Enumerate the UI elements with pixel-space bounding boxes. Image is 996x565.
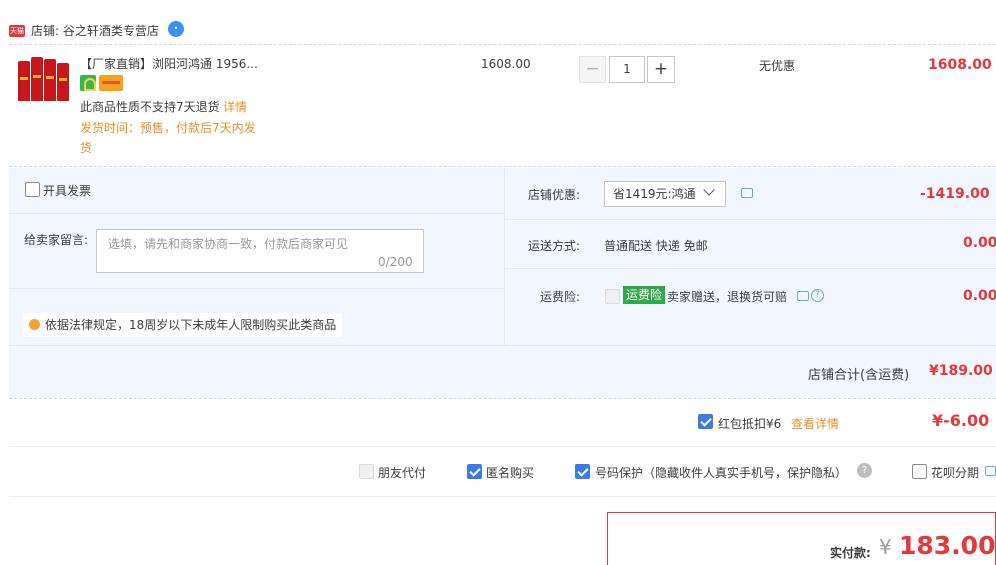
comment-icon[interactable]	[985, 466, 996, 476]
comment-icon[interactable]	[741, 188, 753, 198]
service-badge-icon	[80, 75, 96, 91]
comment-icon[interactable]	[797, 291, 809, 301]
anonymous-label[interactable]: 匿名购买	[486, 464, 534, 481]
no-return-notice: 此商品性质不支持7天退货	[80, 100, 220, 114]
red-packet-checkbox[interactable]	[698, 414, 713, 429]
anonymous-checkbox[interactable]	[467, 464, 482, 479]
invoice-label[interactable]: 开具发票	[43, 182, 91, 199]
quantity-decrease-button[interactable]: −	[579, 56, 606, 83]
insurance-desc: 卖家赠送，退换货可赔	[667, 290, 788, 304]
delivery-label: 运送方式:	[528, 239, 581, 253]
divider	[504, 219, 996, 220]
red-packet-label[interactable]: 红包抵扣¥6	[718, 415, 781, 432]
unit-price: 1608.00	[481, 57, 531, 71]
shop-total-label: 店铺合计(含运费)	[808, 368, 910, 383]
message-char-count: 0/200	[378, 255, 413, 269]
divider	[9, 213, 504, 214]
friend-pay-label: 朋友代付	[378, 466, 427, 480]
divider	[9, 288, 504, 289]
detail-link[interactable]: 详情	[223, 98, 247, 115]
insurance-label: 运费险:	[540, 290, 581, 304]
delivery-fee: 0.00	[963, 235, 996, 251]
help-icon[interactable]: ?	[811, 289, 824, 302]
wangwang-chat-icon[interactable]: •	[168, 21, 184, 37]
shop-total-amount: ¥189.00	[929, 363, 993, 379]
number-protect-label[interactable]: 号码保护（隐藏收件人真实手机号，保护隐私）	[595, 464, 847, 481]
item-discount: 无优惠	[759, 59, 796, 73]
red-packet-amount: ¥-6.00	[932, 411, 990, 430]
huabei-checkbox[interactable]	[912, 464, 927, 479]
invoice-checkbox[interactable]	[25, 182, 40, 197]
insurance-checkbox	[605, 289, 620, 304]
item-subtotal: 1608.00	[928, 57, 992, 73]
divider	[9, 166, 996, 167]
currency-symbol: ¥	[879, 535, 892, 559]
order-confirm-shop-block: 天猫 店铺: 谷之轩酒类专营店 • 【厂家直销】浏阳河鸿通 1956... 此商…	[0, 0, 996, 565]
quantity-increase-button[interactable]: +	[647, 56, 675, 83]
shop-discount-amount: -1419.00	[920, 186, 990, 202]
quantity-input[interactable]: 1	[609, 56, 645, 83]
huabei-label[interactable]: 花呗分期	[931, 464, 979, 481]
number-protect-checkbox[interactable]	[575, 464, 590, 479]
divider	[9, 398, 996, 399]
legal-age-notice: 依据法律规定，18周岁以下未成年人限制购买此类商品	[23, 313, 343, 337]
shop-discount-label: 店铺优惠:	[528, 188, 581, 202]
seller-message-placeholder: 选填，请先和商家协商一致，付款后商家可见	[108, 237, 349, 251]
delivery-method: 普通配送 快递 免邮	[604, 239, 708, 253]
question-icon[interactable]: ?	[857, 463, 872, 478]
card-payment-icon	[99, 75, 123, 91]
divider	[9, 496, 996, 497]
pay-label: 实付款:	[830, 546, 871, 560]
message-label: 给卖家留言:	[24, 233, 89, 247]
lightbulb-icon	[29, 319, 40, 330]
insurance-fee: 0.00	[963, 288, 996, 304]
divider	[9, 44, 996, 45]
tmall-badge-icon: 天猫	[9, 25, 25, 37]
friend-pay-checkbox	[359, 464, 374, 479]
divider	[9, 446, 996, 447]
insurance-tag: 运费险	[623, 286, 666, 304]
ship-time-notice: 发货时间：预售，付款后7天内发货	[80, 121, 256, 155]
divider	[504, 268, 996, 269]
red-packet-detail-link[interactable]: 查看详情	[791, 415, 839, 432]
pay-amount: 183.00	[899, 531, 996, 560]
product-title[interactable]: 【厂家直销】浏阳河鸿通 1956...	[80, 55, 258, 72]
product-thumbnail[interactable]	[18, 57, 70, 101]
shop-name[interactable]: 店铺: 谷之轩酒类专营店	[31, 22, 159, 39]
divider	[9, 345, 996, 346]
